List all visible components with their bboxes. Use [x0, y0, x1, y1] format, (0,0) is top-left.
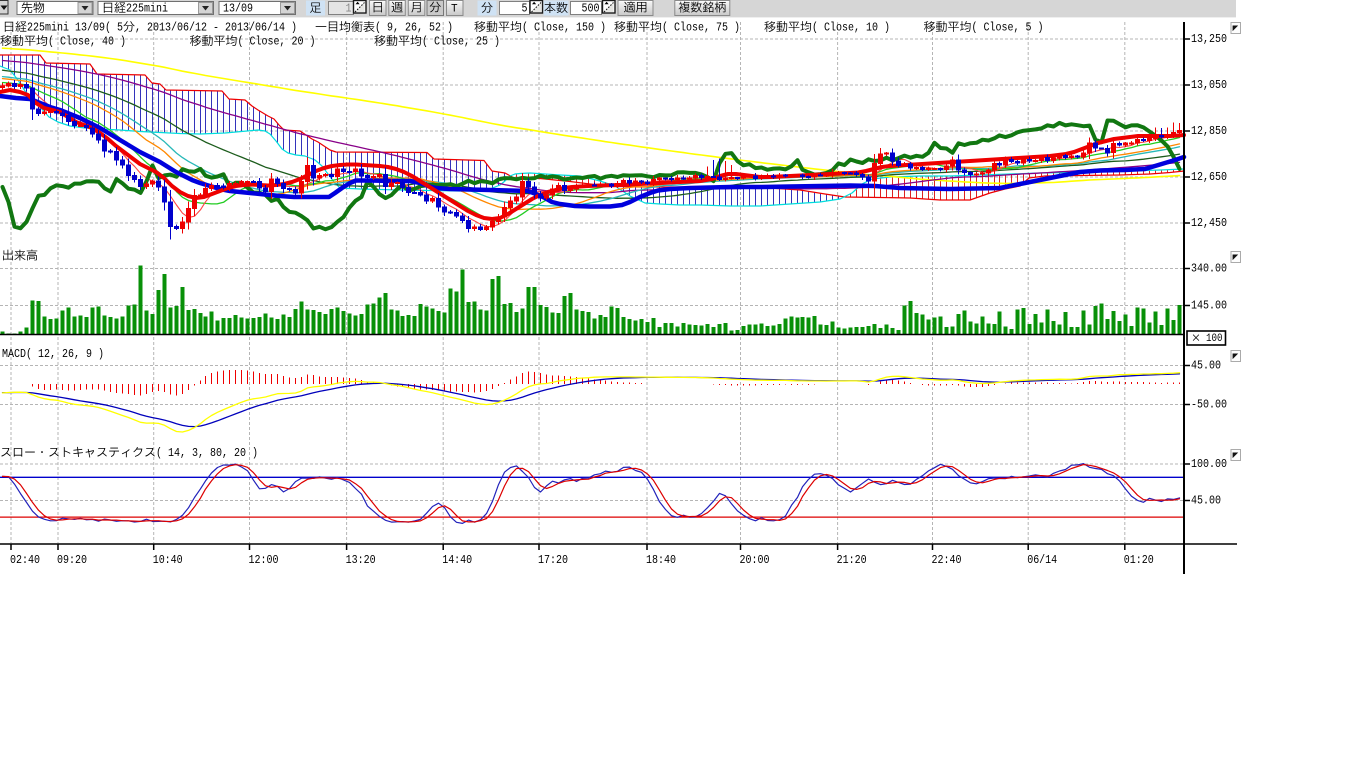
svg-text:12:00: 12:00: [249, 553, 279, 567]
svg-text:45.00: 45.00: [1191, 359, 1221, 373]
svg-text:225mini: 225mini: [126, 2, 168, 16]
svg-text:17:20: 17:20: [538, 553, 568, 567]
svg-text:22:40: 22:40: [932, 553, 962, 567]
svg-text:225mini 13/09( 5: 225mini 13/09( 5: [27, 21, 123, 35]
svg-text:20:00: 20:00: [740, 553, 770, 567]
svg-text:145.00: 145.00: [1191, 299, 1227, 313]
svg-text:14:40: 14:40: [442, 553, 472, 567]
svg-text:( Close, 75 ): ( Close, 75 ): [662, 21, 740, 35]
svg-text:09:20: 09:20: [57, 553, 87, 567]
svg-text:13,050: 13,050: [1191, 78, 1227, 92]
svg-text:12,450: 12,450: [1191, 216, 1227, 230]
svg-text:13/09: 13/09: [223, 2, 253, 16]
svg-text:100.00: 100.00: [1191, 457, 1227, 471]
svg-text:( Close, 20 ): ( Close, 20 ): [238, 35, 316, 49]
svg-text:( 9, 26, 52 ): ( 9, 26, 52 ): [375, 21, 453, 35]
svg-text:45.00: 45.00: [1191, 494, 1221, 508]
svg-text:( Close, 5 ): ( Close, 5 ): [972, 21, 1044, 35]
svg-text:, 2013/06/12 - 2013/06/14 ): , 2013/06/12 - 2013/06/14 ): [135, 21, 297, 35]
svg-text:( Close, 150 ): ( Close, 150 ): [522, 21, 606, 35]
svg-text:13:20: 13:20: [346, 553, 376, 567]
svg-text:1: 1: [346, 2, 352, 16]
svg-text:13,250: 13,250: [1191, 32, 1227, 46]
svg-text:5: 5: [522, 2, 528, 16]
svg-text:500: 500: [582, 2, 600, 16]
svg-text:06/14: 06/14: [1027, 553, 1057, 567]
svg-text:MACD( 12, 26, 9 ): MACD( 12, 26, 9 ): [2, 347, 104, 361]
svg-text:( Close, 10 ): ( Close, 10 ): [812, 21, 890, 35]
svg-text:340.00: 340.00: [1191, 262, 1227, 276]
svg-text:21:20: 21:20: [837, 553, 867, 567]
svg-text:12,650: 12,650: [1191, 170, 1227, 184]
svg-text:12,850: 12,850: [1191, 124, 1227, 138]
svg-text:100: 100: [1206, 333, 1223, 345]
svg-text:01:20: 01:20: [1124, 553, 1154, 567]
svg-text:( Close, 40 ): ( Close, 40 ): [48, 35, 126, 49]
svg-text:10:40: 10:40: [153, 553, 183, 567]
svg-text:T: T: [451, 4, 458, 16]
svg-text:18:40: 18:40: [646, 553, 676, 567]
svg-text:( Close, 25 ): ( Close, 25 ): [422, 35, 500, 49]
svg-text:-50.00: -50.00: [1191, 398, 1227, 412]
svg-text:( 14, 3, 80, 20 ): ( 14, 3, 80, 20 ): [156, 446, 258, 460]
svg-text:02:40: 02:40: [10, 553, 40, 567]
